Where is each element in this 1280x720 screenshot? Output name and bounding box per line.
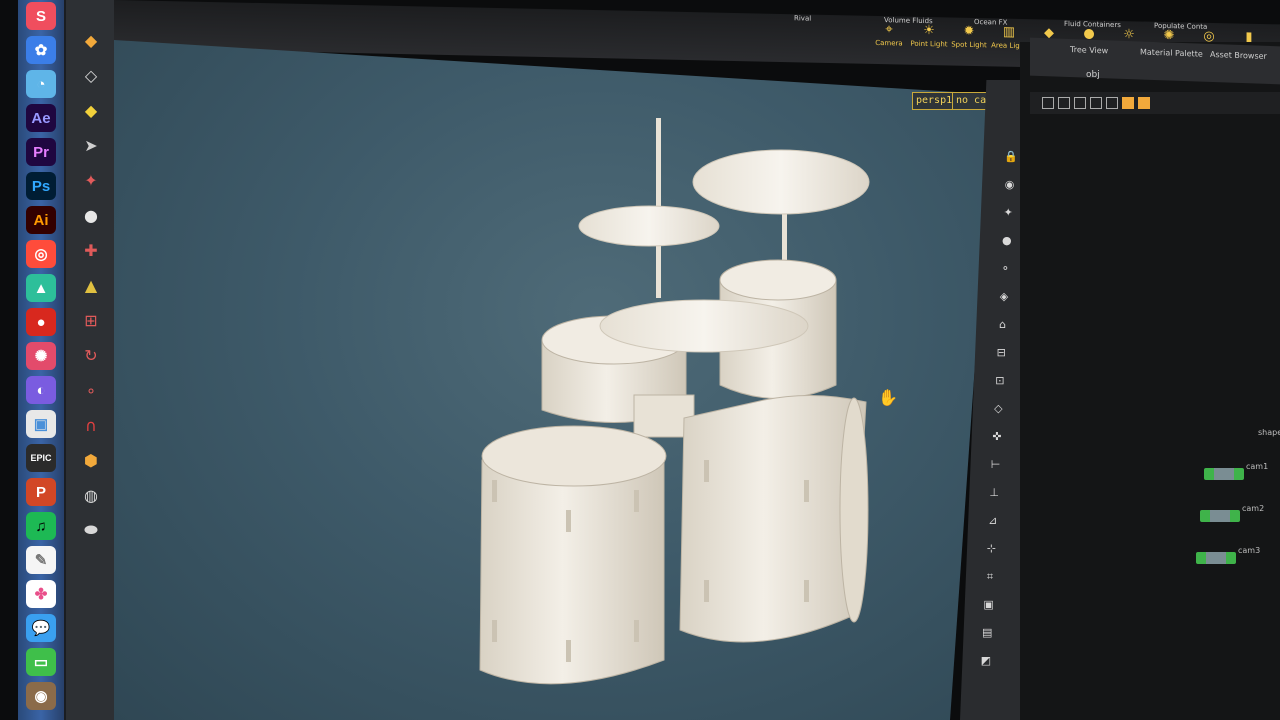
floor-tom-drum [479,454,665,685]
dock-app-icon[interactable]: ▭ [26,648,56,676]
perspective-menu[interactable]: persp1 [912,92,957,110]
scene-viewport[interactable] [114,40,994,720]
pose-tool-icon[interactable]: ● [78,203,104,227]
hand-cursor-icon: ✋ [878,388,898,407]
viewport-tool-icon[interactable]: ◈ [997,290,1011,304]
transform-tool-icon[interactable]: ◇ [78,63,104,87]
shelf-tab[interactable]: Volume Fluids [884,16,933,25]
dock-app-icon[interactable]: ✿ [26,36,56,64]
node-label: cam3 [1238,546,1261,555]
viewport-tool-icon[interactable]: ⊟ [994,346,1008,360]
shelf-button-label: Camera [875,38,903,48]
partial-node-label: shape [1258,428,1280,437]
mac-dock: S ✿ ◔ Ae Pr Ps Ai ◎ ▲ ● ✺ ◐ ▣ EPIC P ♫ ✎ ✤ 💬 ▭ ◉ [18,0,66,720]
scale-tool-icon[interactable]: ◆ [78,98,104,122]
viewport-tool-icon[interactable]: ⊡ [993,374,1007,388]
viewport-tool-icon[interactable]: ⌗ [983,570,997,584]
viewport-tool-icon[interactable]: ⊢ [989,458,1003,472]
network-tool-icon[interactable] [1122,97,1134,109]
viewport-tool-icon[interactable]: 🔒 [1004,150,1018,164]
shelf-button-label: Spot Light [951,40,987,50]
dock-app-icon[interactable]: ▲ [26,274,56,302]
dock-app-icon[interactable]: Ai [26,206,56,234]
magnet-icon[interactable]: ∩ [78,413,104,437]
shelf-tab[interactable]: Fluid Containers [1064,20,1121,29]
dock-app-icon[interactable]: ♫ [26,512,56,540]
network-tool-icon[interactable] [1106,97,1118,109]
left-cymbal [578,205,720,247]
panel-tab[interactable]: Asset Browser [1210,50,1267,61]
network-tool-icon[interactable] [1138,97,1150,109]
viewport-tool-icon[interactable]: ◉ [1003,178,1017,192]
right-cymbal [692,149,870,215]
network-tool-icon[interactable] [1074,97,1086,109]
dock-app-icon[interactable]: ◉ [26,682,56,710]
dock-app-icon[interactable]: ▣ [26,410,56,438]
network-tool-icon[interactable] [1090,97,1102,109]
dock-app-icon[interactable]: P [26,478,56,506]
viewport-tool-icon[interactable]: ▤ [980,626,994,640]
shelf-tab[interactable]: Populate Conta [1154,22,1207,31]
node-label: cam2 [1242,504,1265,513]
viewport-tool-icon[interactable]: ◇ [991,402,1005,416]
render-icon[interactable]: ⬬ [78,518,104,542]
dock-app-icon[interactable]: ✎ [26,546,56,574]
view-tool-icon[interactable]: ✚ [78,238,104,262]
dock-app-icon[interactable]: ◎ [26,240,56,268]
viewport-tool-icon[interactable]: ⊿ [986,514,1000,528]
viewport-tool-icon[interactable]: ▣ [982,598,996,612]
left-toolbox: ◆ ◇ ◆ ➤ ✦ ● ✚ ▲ ⊞ ↻ ∘ ∩ ⬢ ◍ ⬬ [66,0,115,720]
object-icon[interactable]: ⬢ [78,448,104,472]
dock-app-icon[interactable]: ● [26,308,56,336]
magnet-grid-icon[interactable]: ⊞ [78,308,104,332]
viewport-tool-icon[interactable]: ⚬ [998,262,1012,276]
network-path[interactable]: obj [1086,70,1100,80]
viewport-tool-icon[interactable]: ◩ [979,654,993,668]
viewport-tool-icon[interactable]: ● [1000,234,1014,248]
panel-tab[interactable]: Material Palette [1140,47,1203,58]
network-tool-icon[interactable] [1058,97,1070,109]
geometry-tool-icon[interactable]: ◆ [78,28,104,52]
viewport-tool-icon[interactable]: ⊥ [987,486,1001,500]
network-toolbar [1030,92,1280,114]
viewport-tool-icon[interactable]: ✜ [990,430,1004,444]
dock-app-icon[interactable]: ◐ [26,376,56,404]
camera-node[interactable] [1200,510,1240,522]
viewport-tool-icon[interactable]: ⊹ [984,542,998,556]
shelf-tab[interactable]: Rival [794,14,811,22]
shelf-tab[interactable]: Ocean FX [974,18,1007,27]
dock-app-icon[interactable]: 💬 [26,614,56,642]
rotate-snap-icon[interactable]: ↻ [78,343,104,367]
viewport-tool-icon[interactable]: ⌂ [996,318,1010,332]
shelf-button-label: Point Light [910,39,948,49]
dock-app-icon[interactable]: Ae [26,104,56,132]
point-snap-icon[interactable]: ∘ [78,378,104,402]
camera-node[interactable] [1204,468,1244,480]
dock-app-icon[interactable]: Ps [26,172,56,200]
paint-tool-icon[interactable]: ▲ [78,273,104,297]
select-arrow-icon[interactable]: ➤ [78,133,104,157]
dock-app-icon[interactable]: EPIC [26,444,56,472]
dock-app-icon[interactable]: ✺ [26,342,56,370]
bass-drum [679,394,867,643]
dock-app-icon[interactable]: ◔ [26,70,56,98]
node-label: cam1 [1246,462,1269,471]
dock-app-icon[interactable]: Pr [26,138,56,166]
dock-app-icon[interactable]: S [26,2,56,30]
camera-node[interactable] [1196,552,1236,564]
handle-tool-icon[interactable]: ✦ [78,168,104,192]
network-tool-icon[interactable] [1042,97,1054,109]
dock-app-icon[interactable]: ✤ [26,580,56,608]
viewport-tool-icon[interactable]: ✦ [1001,206,1015,220]
panel-tab[interactable]: Tree View [1070,45,1108,55]
camera-icon[interactable]: ◍ [78,483,104,507]
drum-kit-model [479,118,870,685]
network-editor-panel [1020,42,1280,720]
crash-cymbal [599,299,809,353]
